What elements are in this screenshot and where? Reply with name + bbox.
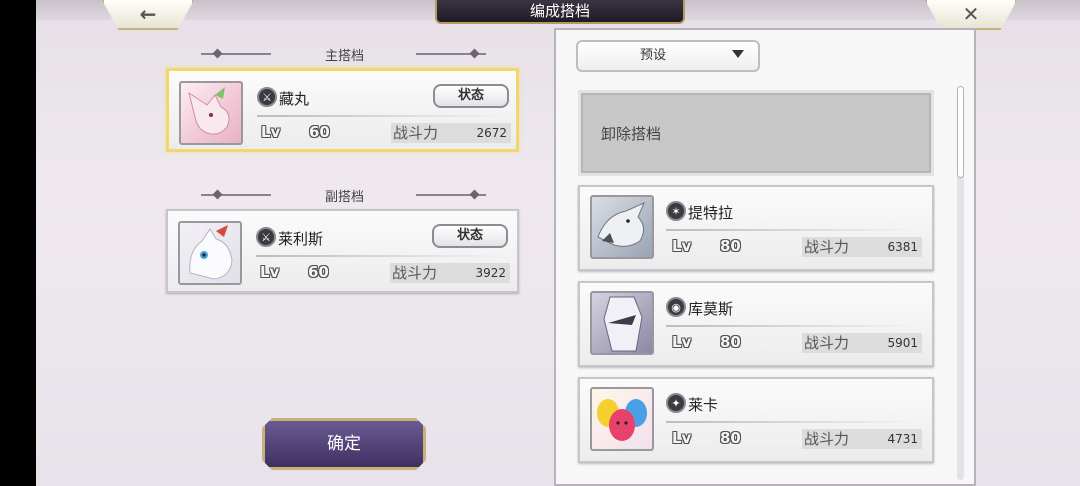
power-label: 战斗力 bbox=[804, 430, 850, 448]
claw-icon: ✶ bbox=[666, 201, 686, 221]
partner-name: 提特拉 bbox=[688, 204, 734, 222]
sword-icon: ⚔ bbox=[256, 227, 276, 247]
partner-list-item[interactable]: ✦ 莱卡 Lv 80 战斗力 4731 bbox=[578, 377, 934, 463]
eye-icon: ◉ bbox=[666, 297, 686, 317]
partner-portrait bbox=[590, 195, 654, 259]
main-partner-card[interactable]: ⚔ 藏丸 状态 Lv 60 战斗力 2672 bbox=[166, 68, 519, 152]
creature-portrait-image bbox=[188, 87, 230, 135]
partner-name: 库莫斯 bbox=[688, 300, 734, 318]
status-button[interactable]: 状态 bbox=[432, 224, 508, 248]
preset-dropdown[interactable]: 预设 bbox=[576, 40, 760, 72]
power-label: 战斗力 bbox=[804, 334, 850, 352]
level-label: Lv bbox=[672, 429, 692, 447]
level-value: 80 bbox=[720, 237, 741, 255]
unequip-partner-button[interactable]: 卸除搭档 bbox=[578, 90, 934, 176]
unequip-label: 卸除搭档 bbox=[601, 125, 662, 143]
level-label: Lv bbox=[672, 333, 692, 351]
power-label: 战斗力 bbox=[393, 124, 439, 142]
power-label: 战斗力 bbox=[392, 264, 438, 282]
level-value: 60 bbox=[309, 123, 330, 141]
divider bbox=[256, 255, 506, 257]
power-box: 战斗力 5901 bbox=[802, 333, 922, 353]
caret-down-icon bbox=[732, 50, 744, 58]
power-label: 战斗力 bbox=[804, 238, 850, 256]
level-label: Lv bbox=[261, 123, 281, 141]
back-button[interactable]: ← bbox=[102, 0, 194, 30]
power-value: 3922 bbox=[475, 266, 506, 280]
title-plate: 编成搭档 bbox=[435, 0, 685, 24]
creature-portrait-image bbox=[189, 225, 233, 280]
creature-portrait-image bbox=[603, 296, 643, 352]
partner-portrait bbox=[590, 387, 654, 451]
page-title: 编成搭档 bbox=[529, 2, 590, 20]
partner-name: 莱卡 bbox=[688, 396, 719, 414]
sub-partner-card[interactable]: ⚔ 莱利斯 状态 Lv 60 战斗力 3922 bbox=[166, 209, 519, 293]
level-label: Lv bbox=[672, 237, 692, 255]
divider bbox=[257, 115, 507, 117]
partner-portrait bbox=[178, 221, 242, 285]
divider bbox=[666, 421, 916, 423]
creature-portrait-image bbox=[597, 399, 647, 441]
partner-portrait bbox=[590, 291, 654, 355]
divider bbox=[666, 325, 916, 327]
confirm-button[interactable]: 确定 bbox=[262, 418, 426, 470]
preset-label: 预设 bbox=[639, 48, 666, 63]
status-button[interactable]: 状态 bbox=[433, 84, 509, 108]
partner-list-item[interactable]: ◉ 库莫斯 Lv 80 战斗力 5901 bbox=[578, 281, 934, 367]
power-box: 战斗力 3922 bbox=[390, 263, 510, 283]
arrow-left-icon: ← bbox=[139, 2, 157, 26]
power-value: 4731 bbox=[887, 432, 918, 446]
level-value: 80 bbox=[720, 429, 741, 447]
power-value: 2672 bbox=[476, 126, 507, 140]
partner-name: 莱利斯 bbox=[278, 230, 324, 248]
star-icon: ✦ bbox=[666, 393, 686, 413]
divider bbox=[666, 229, 916, 231]
partner-list-panel: 预设 卸除搭档 ✶ 提特拉 Lv 80 战斗力 6381 ◉ 库莫斯 Lv 80… bbox=[554, 28, 976, 486]
power-value: 5901 bbox=[887, 336, 918, 350]
scroll-thumb[interactable] bbox=[957, 86, 964, 178]
level-value: 60 bbox=[308, 263, 329, 281]
scrollbar[interactable] bbox=[957, 86, 964, 480]
power-box: 战斗力 2672 bbox=[391, 123, 511, 143]
creature-portrait-image bbox=[597, 202, 645, 247]
close-icon: ✕ bbox=[962, 2, 980, 26]
power-value: 6381 bbox=[887, 240, 918, 254]
power-box: 战斗力 4731 bbox=[802, 429, 922, 449]
level-label: Lv bbox=[260, 263, 280, 281]
level-value: 80 bbox=[720, 333, 741, 351]
game-screen: ← 编成搭档 ✕ 主搭档 ⚔ 藏丸 状态 Lv 60 战斗力 2672 副搭档 bbox=[36, 0, 1080, 486]
sword-icon: ⚔ bbox=[257, 87, 277, 107]
partner-portrait bbox=[179, 81, 243, 145]
power-box: 战斗力 6381 bbox=[802, 237, 922, 257]
close-button[interactable]: ✕ bbox=[925, 0, 1017, 30]
partner-name: 藏丸 bbox=[279, 90, 310, 108]
partner-list-item[interactable]: ✶ 提特拉 Lv 80 战斗力 6381 bbox=[578, 185, 934, 271]
